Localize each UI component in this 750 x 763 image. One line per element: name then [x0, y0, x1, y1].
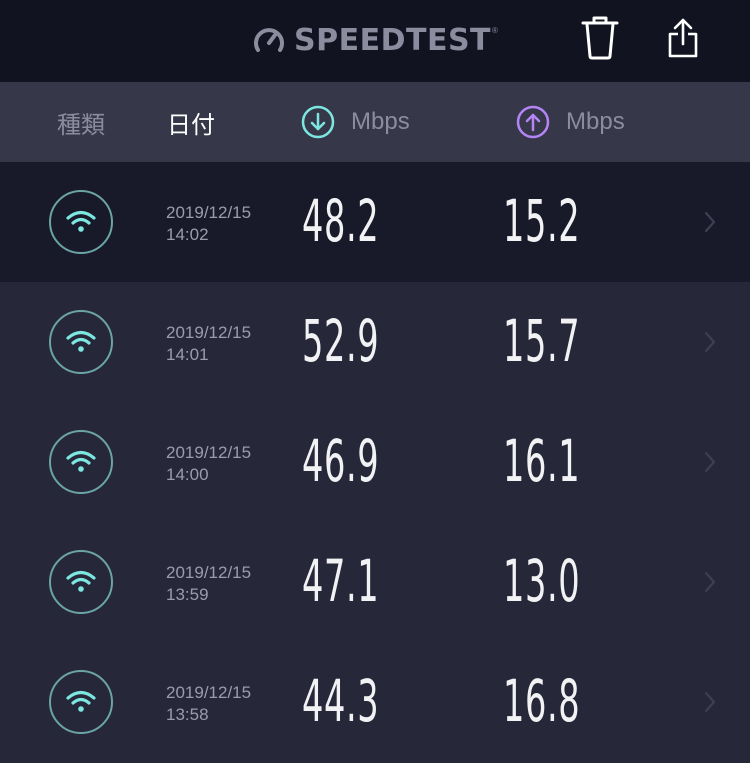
column-download[interactable]: Mbps — [301, 82, 410, 162]
wifi-icon — [66, 450, 96, 472]
chevron-right-icon — [704, 331, 716, 353]
result-date: 2019/12/15 — [166, 443, 252, 462]
gauge-icon — [254, 28, 284, 52]
chevron-right-icon — [704, 211, 716, 233]
column-header: 種類 日付 Mbps Mbps — [0, 82, 750, 162]
top-bar: SPEEDTEST ® — [0, 0, 750, 82]
result-time: 13:58 — [166, 705, 209, 724]
share-icon — [668, 18, 698, 58]
result-datetime: 2019/12/15 14:00 — [166, 442, 251, 486]
result-date: 2019/12/15 — [166, 683, 252, 702]
result-row[interactable]: 2019/12/15 14:01 52.9 15.7 — [0, 282, 750, 402]
delete-button[interactable] — [578, 14, 622, 62]
column-date-label: 日付 — [167, 111, 215, 139]
column-type-label: 種類 — [57, 111, 105, 139]
result-date: 2019/12/15 — [166, 323, 252, 342]
result-time: 14:02 — [166, 225, 209, 244]
upload-speed: 15.7 — [503, 307, 581, 375]
result-date: 2019/12/15 — [166, 203, 252, 222]
result-datetime: 2019/12/15 14:02 — [166, 202, 251, 246]
wifi-icon — [66, 570, 96, 592]
download-speed: 48.2 — [302, 187, 380, 255]
download-unit-label: Mbps — [351, 108, 410, 135]
chevron-right-icon — [704, 571, 716, 593]
result-datetime: 2019/12/15 13:58 — [166, 682, 251, 726]
result-time: 13:59 — [166, 585, 209, 604]
connection-type-badge — [49, 190, 113, 254]
chevron-right-icon — [704, 451, 716, 473]
result-datetime: 2019/12/15 14:01 — [166, 322, 251, 366]
upload-arrow-icon — [516, 105, 550, 139]
column-date[interactable]: 日付 — [167, 82, 215, 162]
share-button[interactable] — [661, 14, 705, 62]
upload-speed: 16.8 — [503, 667, 581, 735]
wifi-icon — [66, 210, 96, 232]
result-row[interactable]: 2019/12/15 14:02 48.2 15.2 — [0, 162, 750, 282]
column-type[interactable]: 種類 — [57, 82, 105, 162]
trademark-mark: ® — [492, 26, 498, 35]
result-datetime: 2019/12/15 13:59 — [166, 562, 251, 606]
wifi-icon — [66, 690, 96, 712]
wifi-icon — [66, 330, 96, 352]
result-time: 14:01 — [166, 345, 209, 364]
speedtest-results-screen: SPEEDTEST ® 種類 日付 Mbps Mbps 2019/12/15 1… — [0, 0, 750, 763]
connection-type-badge — [49, 430, 113, 494]
trash-icon — [581, 16, 619, 60]
download-speed: 44.3 — [302, 667, 380, 735]
speedtest-logo: SPEEDTEST ® — [252, 22, 498, 58]
result-row[interactable]: 2019/12/15 14:00 46.9 16.1 — [0, 402, 750, 522]
download-arrow-icon — [301, 105, 335, 139]
result-time: 14:00 — [166, 465, 209, 484]
connection-type-badge — [49, 550, 113, 614]
upload-unit-label: Mbps — [566, 108, 625, 135]
results-list: 2019/12/15 14:02 48.2 15.2 2019/12/15 14… — [0, 162, 750, 762]
connection-type-badge — [49, 310, 113, 374]
upload-speed: 15.2 — [503, 187, 581, 255]
result-date: 2019/12/15 — [166, 563, 252, 582]
upload-speed: 13.0 — [503, 547, 581, 615]
connection-type-badge — [49, 670, 113, 734]
logo-text: SPEEDTEST — [294, 22, 492, 58]
chevron-right-icon — [704, 691, 716, 713]
download-speed: 46.9 — [302, 427, 380, 495]
upload-speed: 16.1 — [503, 427, 581, 495]
download-speed: 47.1 — [302, 547, 380, 615]
result-row[interactable]: 2019/12/15 13:59 47.1 13.0 — [0, 522, 750, 642]
result-row[interactable]: 2019/12/15 13:58 44.3 16.8 — [0, 642, 750, 762]
download-speed: 52.9 — [302, 307, 380, 375]
column-upload[interactable]: Mbps — [516, 82, 625, 162]
